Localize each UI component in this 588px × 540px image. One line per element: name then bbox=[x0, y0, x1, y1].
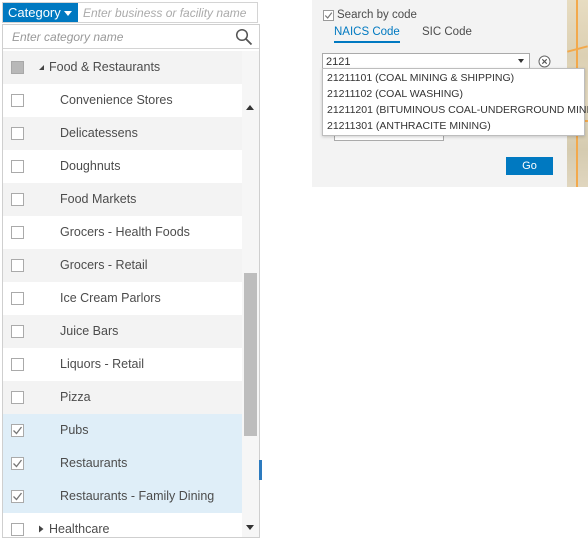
search-by-code-checkbox[interactable] bbox=[323, 10, 334, 21]
checkmark-icon bbox=[13, 492, 23, 501]
clear-icon[interactable] bbox=[538, 55, 551, 68]
category-label: Pizza bbox=[60, 390, 91, 404]
category-row[interactable]: Delicatessens bbox=[3, 117, 242, 150]
checkmark-icon bbox=[13, 426, 23, 435]
scroll-up-arrow-icon[interactable] bbox=[246, 105, 254, 110]
category-checkbox[interactable] bbox=[11, 292, 24, 305]
business-search-input[interactable] bbox=[83, 3, 255, 22]
checkmark-icon bbox=[324, 12, 333, 19]
category-row[interactable]: Grocers - Retail bbox=[3, 249, 242, 282]
category-group-label: Healthcare bbox=[49, 522, 110, 536]
go-button[interactable]: Go bbox=[506, 157, 553, 175]
category-label: Grocers - Retail bbox=[60, 258, 148, 272]
category-checkbox[interactable] bbox=[11, 193, 24, 206]
group-checkbox[interactable] bbox=[11, 523, 24, 536]
category-dropdown-label: Category bbox=[8, 5, 61, 20]
search-icon[interactable] bbox=[235, 28, 253, 46]
checkmark-icon bbox=[13, 459, 23, 468]
category-label: Food Markets bbox=[60, 192, 137, 206]
tab-sic-code[interactable]: SIC Code bbox=[422, 26, 472, 38]
category-row[interactable]: Ice Cream Parlors bbox=[3, 282, 242, 315]
category-checkbox[interactable] bbox=[11, 391, 24, 404]
category-label: Ice Cream Parlors bbox=[60, 291, 161, 305]
scrollbar-thumb[interactable] bbox=[244, 273, 257, 436]
category-row[interactable]: Liquors - Retail bbox=[3, 348, 242, 381]
category-label: Liquors - Retail bbox=[60, 357, 145, 371]
category-group-row[interactable]: Food & Restaurants bbox=[3, 51, 242, 84]
category-list: Food & Restaurants Convenience Stores De… bbox=[3, 51, 242, 537]
category-row[interactable]: Food Markets bbox=[3, 183, 242, 216]
category-row[interactable]: Pubs bbox=[3, 414, 242, 447]
caret-down-icon bbox=[64, 11, 72, 16]
category-checkbox[interactable] bbox=[11, 358, 24, 371]
category-search-input[interactable] bbox=[12, 28, 232, 46]
category-row[interactable]: Juice Bars bbox=[3, 315, 242, 348]
category-checkbox[interactable] bbox=[11, 259, 24, 272]
category-checkbox[interactable] bbox=[11, 127, 24, 140]
category-group-label: Food & Restaurants bbox=[49, 60, 161, 74]
map-edge-marker bbox=[259, 460, 262, 480]
category-checkbox[interactable] bbox=[11, 490, 24, 503]
suggestion-item[interactable]: 21211102 (COAL WASHING) bbox=[327, 88, 463, 100]
category-checkbox[interactable] bbox=[11, 424, 24, 437]
category-checkbox[interactable] bbox=[11, 457, 24, 470]
category-search-box bbox=[3, 25, 259, 49]
category-label: Doughnuts bbox=[60, 159, 121, 173]
search-bar: Category bbox=[2, 2, 258, 23]
tab-naics-code[interactable]: NAICS Code bbox=[334, 26, 400, 43]
category-row[interactable]: Grocers - Health Foods bbox=[3, 216, 242, 249]
scroll-down-arrow-icon[interactable] bbox=[246, 525, 254, 530]
category-label: Convenience Stores bbox=[60, 93, 173, 107]
suggestion-item[interactable]: 21211201 (BITUMINOUS COAL-UNDERGROUND MI… bbox=[327, 104, 588, 116]
group-checkbox[interactable] bbox=[11, 61, 24, 74]
suggestion-item[interactable]: 21211101 (COAL MINING & SHIPPING) bbox=[327, 72, 514, 84]
category-label: Delicatessens bbox=[60, 126, 138, 140]
suggestion-item[interactable]: 21211301 (ANTHRACITE MINING) bbox=[327, 120, 491, 132]
search-by-code-label: Search by code bbox=[337, 9, 417, 21]
category-label: Restaurants - Family Dining bbox=[60, 489, 215, 503]
code-suggestions-list: 21211101 (COAL MINING & SHIPPING) 212111… bbox=[322, 68, 588, 136]
category-dropdown[interactable]: Category bbox=[3, 3, 78, 22]
collapsed-triangle-icon[interactable] bbox=[36, 524, 46, 534]
chevron-down-icon[interactable] bbox=[518, 59, 524, 63]
code-combobox[interactable] bbox=[322, 53, 530, 69]
category-row[interactable]: Pizza bbox=[3, 381, 242, 414]
category-checkbox[interactable] bbox=[11, 325, 24, 338]
category-search-panel: Category Food & Restaurants Convenience … bbox=[0, 0, 262, 540]
expanded-triangle-icon[interactable] bbox=[36, 62, 46, 72]
category-label: Juice Bars bbox=[60, 324, 119, 338]
code-input[interactable] bbox=[326, 55, 506, 68]
category-label: Grocers - Health Foods bbox=[60, 225, 190, 239]
category-group-row[interactable]: Healthcare bbox=[3, 513, 242, 537]
scrollbar[interactable] bbox=[242, 51, 259, 537]
category-label: Pubs bbox=[60, 423, 89, 437]
category-list-panel: Food & Restaurants Convenience Stores De… bbox=[2, 24, 260, 538]
category-checkbox[interactable] bbox=[11, 94, 24, 107]
category-row[interactable]: Doughnuts bbox=[3, 150, 242, 183]
category-checkbox[interactable] bbox=[11, 160, 24, 173]
category-checkbox[interactable] bbox=[11, 226, 24, 239]
category-label: Restaurants bbox=[60, 456, 128, 470]
category-row[interactable]: Restaurants - Family Dining bbox=[3, 480, 242, 513]
category-row[interactable]: Convenience Stores bbox=[3, 84, 242, 117]
category-row[interactable]: Restaurants bbox=[3, 447, 242, 480]
underlying-input-edge bbox=[334, 136, 444, 141]
